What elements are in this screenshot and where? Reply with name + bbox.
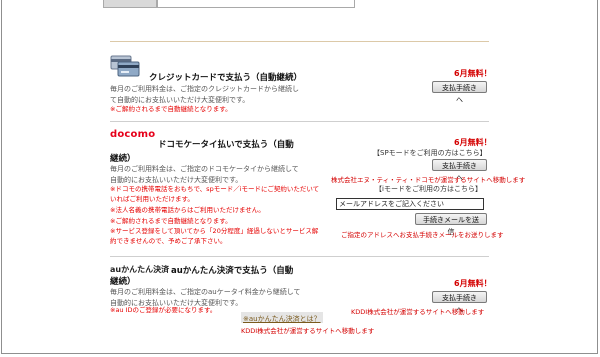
docomo-sp-pay-button[interactable]: 支払手続きへ xyxy=(432,159,487,182)
au-button-note: KDDI株式会社が運営するサイトへ移動します xyxy=(351,308,485,316)
credit-pay-button[interactable]: 支払手続きへ xyxy=(432,81,487,104)
au-what-is-link[interactable]: ※auかんたん決済とは？ xyxy=(243,314,321,324)
docomo-note-3: ※法人名義の携帯電話からはご利用いただけません。 xyxy=(110,206,265,214)
send-email-button[interactable]: 手続きメールを送信 xyxy=(415,213,487,236)
docomo-title-1: ドコモケータイ払いで支払う（自動 xyxy=(158,140,294,150)
email-input[interactable]: メールアドレスをご記入ください xyxy=(336,198,484,210)
email-note: ご指定のアドレスへお支払手続きメールをお送りします xyxy=(341,231,504,239)
au-pay-button[interactable]: 支払手続きへ xyxy=(432,291,487,314)
au-note: ※au IDのご登録が必要になります。 xyxy=(110,306,217,314)
divider-1 xyxy=(110,121,489,122)
top-tab-left[interactable] xyxy=(103,0,157,8)
au-logo: auかんたん決済 xyxy=(110,265,170,274)
credit-free-label: 6月無料！ xyxy=(454,69,492,78)
au-title-2: 継続） xyxy=(110,277,136,287)
docomo-sp-note: 株式会社エヌ・ティ・ティ・ドコモが運営するサイトへ移動します xyxy=(331,176,526,184)
docomo-desc-1: 毎月のご利用料金は、ご指定のドコモケータイから継続して xyxy=(110,165,299,173)
docomo-note-6: 約できませんので、予めご了承下さい。 xyxy=(110,237,227,245)
docomo-free-label: 6月無料！ xyxy=(454,138,492,147)
divider-top xyxy=(110,41,489,42)
credit-desc-1: 毎月のご利用料金は、ご指定のクレジットカードから継続し xyxy=(110,85,299,93)
sp-mode-label: 【SPモードをご利用の方はこちら】 xyxy=(373,149,487,157)
credit-note: ※ご解約されるまで自動継続となります。 xyxy=(110,105,232,113)
au-free-label: 6月無料！ xyxy=(454,279,492,288)
credit-card-icon xyxy=(110,55,140,79)
docomo-title-2: 継続） xyxy=(110,154,136,164)
docomo-logo: docomo xyxy=(110,129,156,140)
i-mode-label: 【iモードをご利用の方はこちら】 xyxy=(375,185,482,193)
au-title-1: auかんたん決済で支払う（自動 xyxy=(171,266,294,276)
credit-title: クレジットカードで支払う（自動継続） xyxy=(149,73,303,83)
au-desc-1: 毎月のご利用料金は、ご指定のauケータイ料金から継続して xyxy=(110,288,301,296)
divider-2 xyxy=(110,256,489,257)
docomo-note-2: いればご利用いただけます。 xyxy=(110,195,194,203)
top-tab-right[interactable] xyxy=(157,0,355,8)
au-link-note: KDDI株式会社が運営するサイトへ移動します xyxy=(241,327,375,335)
